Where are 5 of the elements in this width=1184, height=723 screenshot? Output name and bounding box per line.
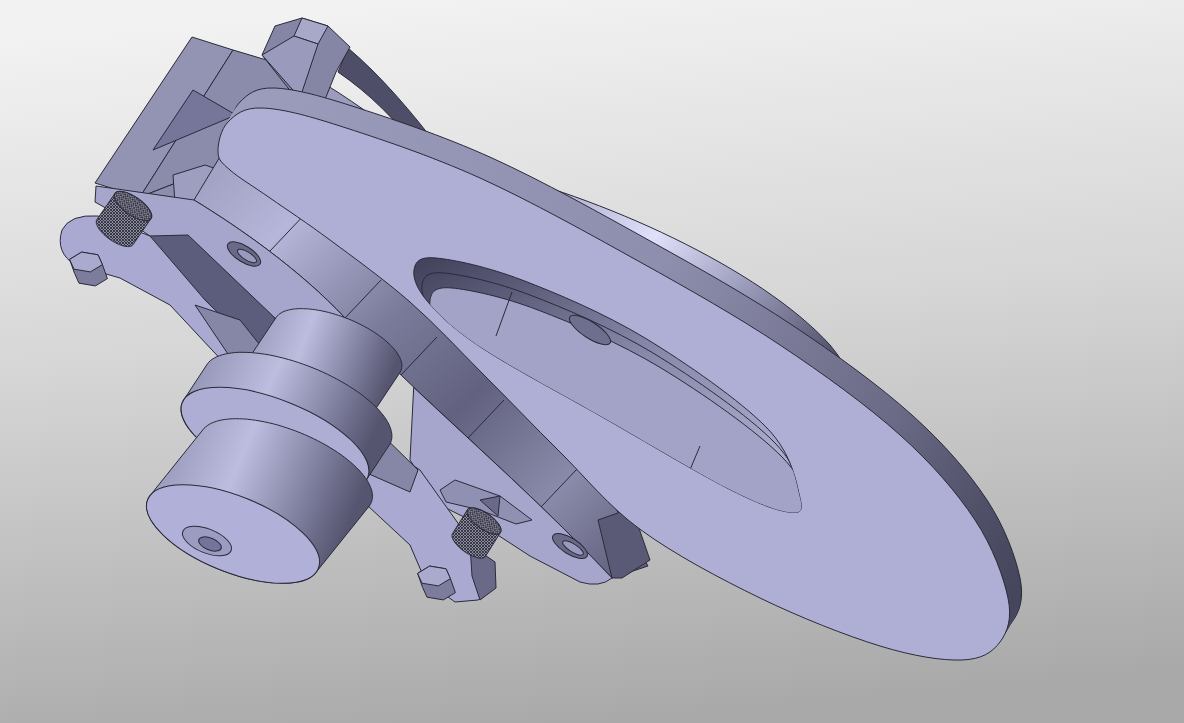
hex-bolt — [417, 565, 456, 601]
mounting-hole — [552, 532, 588, 560]
hex-bolt — [69, 251, 108, 287]
knurled-screw — [451, 507, 502, 559]
mounting-hole — [226, 241, 262, 267]
